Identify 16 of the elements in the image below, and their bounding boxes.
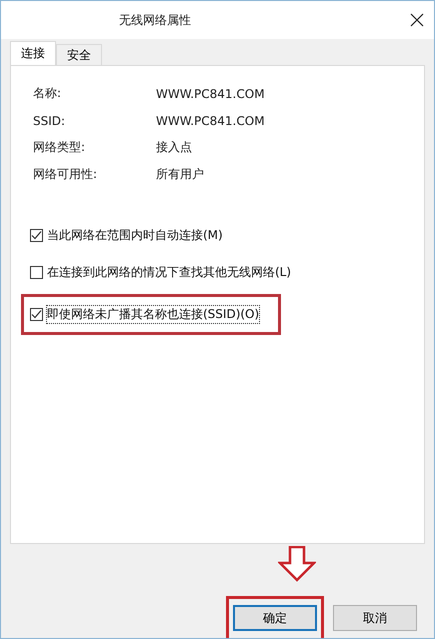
dialog-button[interactable]: 确定 — [233, 605, 317, 631]
dialog-button[interactable]: 取消 — [333, 605, 417, 631]
property-label: 名称: — [33, 85, 62, 102]
property-value: 接入点 — [156, 139, 192, 156]
property-label: 网络可用性: — [33, 166, 98, 183]
window-title: 无线网络属性 — [119, 12, 192, 28]
checkbox-label[interactable]: 当此网络在范围内时自动连接(M) — [46, 226, 224, 245]
checkbox-label[interactable]: 即使网络未广播其名称也连接(SSID)(O) — [46, 305, 260, 324]
property-label: SSID: — [33, 114, 66, 128]
property-label: 网络类型: — [33, 139, 86, 156]
property-value: WWW.PC841.COM — [156, 86, 265, 100]
property-value: 所有用户 — [156, 166, 204, 183]
tab[interactable]: 连接 — [10, 41, 56, 65]
tab[interactable]: 安全 — [56, 44, 102, 65]
checkbox-label[interactable]: 在连接到此网络的情况下查找其他无线网络(L) — [46, 263, 292, 282]
property-value: WWW.PC841.COM — [156, 114, 265, 128]
